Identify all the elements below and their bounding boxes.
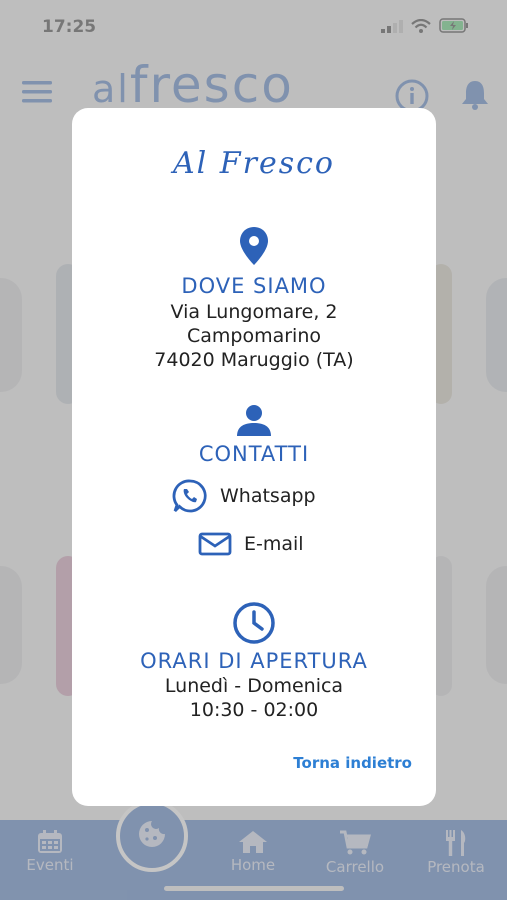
address-line-1: Via Lungomare, 2 [170,301,338,323]
location-heading: DOVE SIAMO [181,274,327,298]
whatsapp-icon [172,479,207,513]
address-line-2: Campomarino [186,325,321,347]
whatsapp-link[interactable]: Whatsapp [172,478,316,514]
email-label: E-mail [244,533,304,555]
whatsapp-label: Whatsapp [220,485,316,507]
location-pin-icon [240,227,268,265]
hours-days: Lunedì - Domenica [164,675,344,697]
contacts-heading: CONTATTI [198,442,310,466]
clock-icon [233,602,275,644]
hours-heading: ORARI DI APERTURA [140,649,368,673]
address-line-3: 74020 Maruggio (TA) [154,349,354,371]
dialog-title: Al Fresco [173,146,335,181]
hours-time: 10:30 - 02:00 [189,699,319,721]
info-dialog: Al Fresco DOVE SIAMO Via Lungomare, 2 Ca… [72,108,436,806]
user-icon [237,405,271,436]
back-button[interactable]: Torna indietro [293,754,412,772]
mail-icon [198,532,232,556]
email-link[interactable]: E-mail [198,532,304,556]
